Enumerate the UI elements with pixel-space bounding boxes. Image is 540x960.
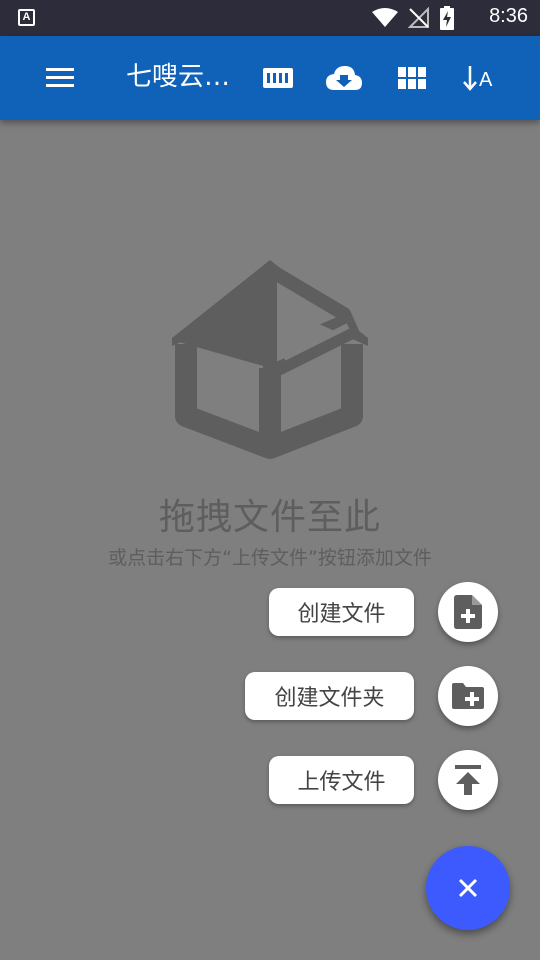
upload-icon <box>455 765 481 795</box>
sort-alpha-icon: A <box>463 66 493 91</box>
menu-button[interactable] <box>38 60 82 96</box>
empty-state <box>0 250 540 464</box>
storage-button[interactable] <box>258 60 298 96</box>
close-fab-button[interactable] <box>426 846 510 930</box>
upload-file-button[interactable] <box>438 750 498 810</box>
no-signal-icon <box>408 7 429 28</box>
storage-icon <box>263 68 293 88</box>
sort-letter: A <box>479 69 493 91</box>
open-box-icon <box>172 260 368 459</box>
app-bar: 七嗖云… A <box>0 36 540 120</box>
create-file-button[interactable] <box>438 582 498 642</box>
empty-state-title: 拖拽文件至此 <box>158 497 381 538</box>
empty-state-subtitle: 或点击右下方“上传文件”按钮添加文件 <box>108 547 432 569</box>
app-title: 七嗖云… <box>126 62 231 92</box>
grid-view-icon <box>398 67 426 89</box>
close-icon <box>458 878 478 898</box>
cloud-download-button[interactable] <box>324 60 364 96</box>
notification-app-icon: A <box>18 9 35 26</box>
hamburger-menu-icon <box>46 68 74 87</box>
status-time: 8:36 <box>489 5 528 27</box>
create-folder-button[interactable] <box>438 666 498 726</box>
create-file-label[interactable]: 创建文件 <box>269 588 414 636</box>
cloud-download-icon <box>326 66 362 90</box>
wifi-icon <box>372 8 398 27</box>
note-add-icon <box>454 595 482 629</box>
create-folder-icon <box>452 683 484 709</box>
battery-charging-icon <box>440 6 454 30</box>
upload-file-label[interactable]: 上传文件 <box>269 756 414 804</box>
grid-view-button[interactable] <box>392 60 432 96</box>
sort-button[interactable]: A <box>458 60 498 96</box>
create-folder-label[interactable]: 创建文件夹 <box>245 672 414 720</box>
system-icons <box>372 6 454 30</box>
status-bar: A 8:36 <box>0 0 540 36</box>
